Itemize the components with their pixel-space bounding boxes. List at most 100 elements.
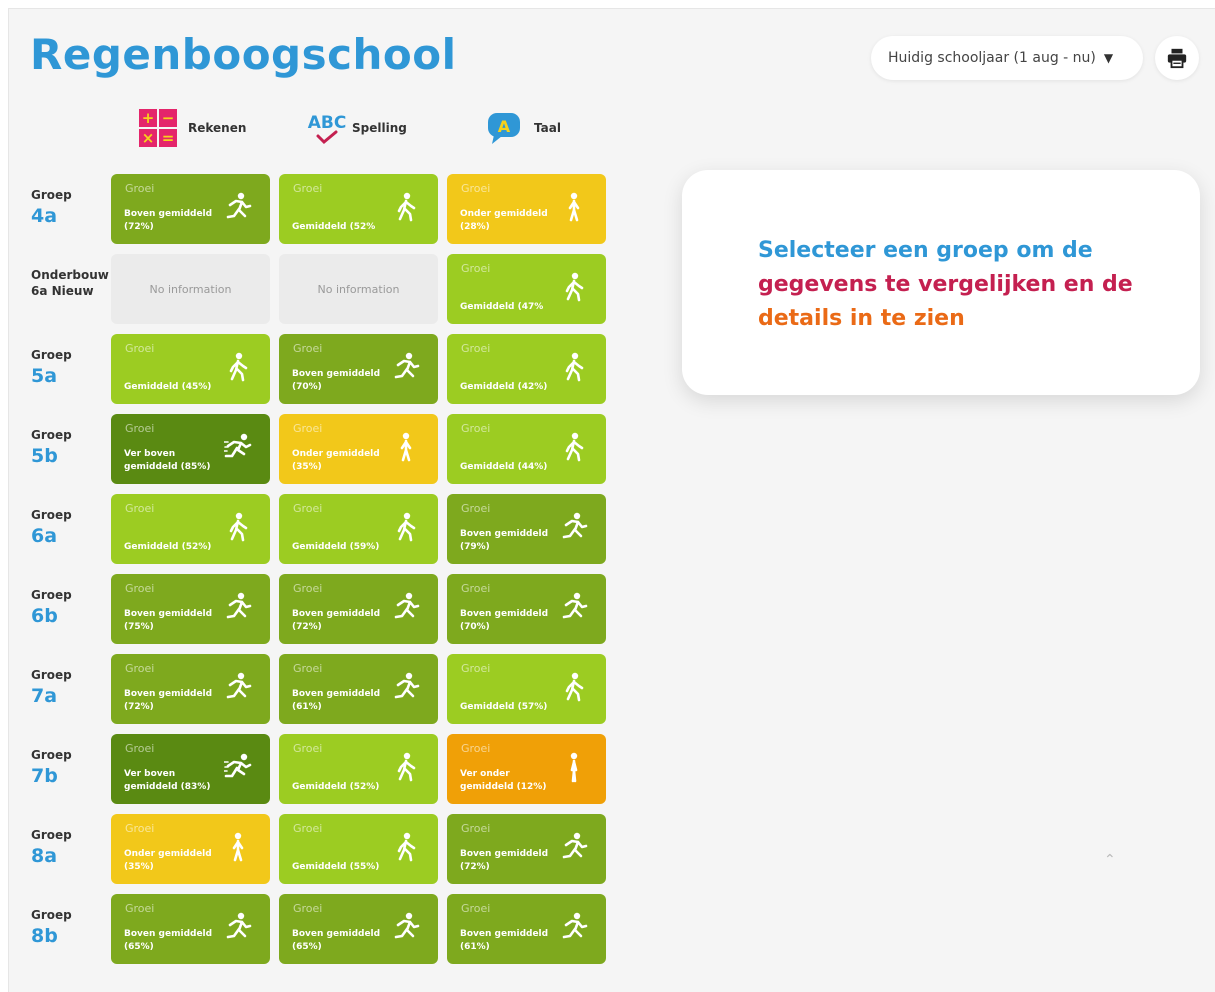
group-label-prefix: Groep <box>31 188 72 202</box>
group-label-name: 8b <box>31 924 58 947</box>
result-tile[interactable]: Groei Gemiddeld (55%) <box>279 814 438 884</box>
tile-result-text: Gemiddeld (47% <box>460 301 544 312</box>
result-tile-no-information[interactable]: No information <box>111 254 270 324</box>
group-label-prefix: Groep <box>31 748 72 762</box>
svg-text:−: − <box>162 109 175 127</box>
tile-result-text: Gemiddeld (59%) <box>292 541 380 552</box>
group-label[interactable]: Groep 5a <box>31 348 109 388</box>
result-tile[interactable]: Groei Boven gemiddeld (65%) <box>111 894 270 964</box>
group-label-prefix: Groep <box>31 348 72 362</box>
group-label-name: 5b <box>31 444 58 467</box>
speech-bubble-a-icon: A <box>488 113 520 144</box>
subject-label: Rekenen <box>188 121 247 135</box>
result-tile[interactable]: Groei Boven gemiddeld (72%) <box>111 654 270 724</box>
tile-result-text: Ver boven gemiddeld (85%) <box>124 448 211 472</box>
boven-figure-icon <box>224 192 252 224</box>
group-label[interactable]: Groep 7b <box>31 748 109 788</box>
onder-figure-icon <box>560 192 588 224</box>
school-year-dropdown[interactable]: Huidig schooljaar (1 aug - nu) ▼ <box>871 36 1143 80</box>
group-label-name: 6a <box>31 524 58 547</box>
math-operations-icon: + − × = <box>139 109 177 147</box>
gemiddeld-figure-icon <box>560 672 588 704</box>
boven-figure-icon <box>392 592 420 624</box>
boven-figure-icon <box>560 592 588 624</box>
no-information-text: No information <box>149 282 232 296</box>
result-tile[interactable]: Groei Boven gemiddeld (61%) <box>447 894 606 964</box>
boven-figure-icon <box>392 672 420 704</box>
result-tile[interactable]: Groei Boven gemiddeld (65%) <box>279 894 438 964</box>
result-tile[interactable]: Groei Gemiddeld (52%) <box>279 734 438 804</box>
result-tile[interactable]: Groei Gemiddeld (42%) <box>447 334 606 404</box>
result-tile[interactable]: Groei Gemiddeld (47% <box>447 254 606 324</box>
tile-result-text: Gemiddeld (44%) <box>460 461 548 472</box>
result-tile[interactable]: Groei Boven gemiddeld (75%) <box>111 574 270 644</box>
result-tile[interactable]: Groei Onder gemiddeld (28%) <box>447 174 606 244</box>
info-line-1: Selecteer een groep om de <box>758 238 1093 263</box>
result-tile[interactable]: Groei Boven gemiddeld (72%) <box>447 814 606 884</box>
tile-result-text: Boven gemiddeld (72%) <box>460 848 549 872</box>
result-tile[interactable]: Groei Gemiddeld (45%) <box>111 334 270 404</box>
tile-result-text: Onder gemiddeld (28%) <box>460 208 548 232</box>
result-tile[interactable]: Groei Onder gemiddeld (35%) <box>111 814 270 884</box>
scroll-up-icon[interactable]: ⌃ <box>1104 852 1122 870</box>
tile-result-text: Gemiddeld (52%) <box>292 781 380 792</box>
result-tile-no-information[interactable]: No information <box>279 254 438 324</box>
group-label[interactable]: Groep 7a <box>31 668 109 708</box>
group-label[interactable]: Groep 5b <box>31 428 109 468</box>
svg-text:A: A <box>498 117 511 136</box>
tile-result-text: Boven gemiddeld (65%) <box>292 928 381 952</box>
result-tile[interactable]: Groei Onder gemiddeld (35%) <box>279 414 438 484</box>
group-label-name: 6a Nieuw <box>31 283 94 298</box>
tile-result-text: Boven gemiddeld (61%) <box>292 688 381 712</box>
print-button[interactable] <box>1155 36 1199 80</box>
svg-text:+: + <box>142 109 155 127</box>
result-tile[interactable]: Groei Boven gemiddeld (72%) <box>279 574 438 644</box>
group-label[interactable]: Groep 6b <box>31 588 109 628</box>
tile-result-text: Boven gemiddeld (72%) <box>124 688 213 712</box>
svg-text:ABC: ABC <box>308 113 347 133</box>
boven-figure-icon <box>392 352 420 384</box>
result-tile[interactable]: Groei Gemiddeld (52%) <box>111 494 270 564</box>
result-tile[interactable]: Groei Gemiddeld (59%) <box>279 494 438 564</box>
group-label[interactable]: Groep 8b <box>31 908 109 948</box>
tile-result-text: Boven gemiddeld (75%) <box>124 608 213 632</box>
tile-result-text: Boven gemiddeld (65%) <box>124 928 213 952</box>
result-tile[interactable]: Groei Gemiddeld (57%) <box>447 654 606 724</box>
boven-figure-icon <box>224 592 252 624</box>
tile-result-text: Gemiddeld (42%) <box>460 381 548 392</box>
group-label[interactable]: Groep 6a <box>31 508 109 548</box>
result-tile[interactable]: Groei Gemiddeld (44%) <box>447 414 606 484</box>
ver-boven-figure-icon <box>223 432 252 464</box>
result-tile[interactable]: Groei Ver onder gemiddeld (12%) <box>447 734 606 804</box>
svg-text:×: × <box>142 129 155 147</box>
tile-result-text: Gemiddeld (52%) <box>124 541 212 552</box>
tile-result-text: Gemiddeld (52% <box>292 221 376 232</box>
result-tile[interactable]: Groei Ver boven gemiddeld (85%) <box>111 414 270 484</box>
result-tile[interactable]: Groei Gemiddeld (52% <box>279 174 438 244</box>
result-tile[interactable]: Groei Boven gemiddeld (70%) <box>447 574 606 644</box>
result-tile[interactable]: Groei Boven gemiddeld (72%) <box>111 174 270 244</box>
group-label-name: 8a <box>31 844 58 867</box>
subject-header-spelling: ABC Spelling <box>306 108 407 148</box>
page-title: Regenboogschool <box>30 30 457 79</box>
ver-onder-figure-icon <box>560 752 588 784</box>
result-tile[interactable]: Groei Boven gemiddeld (70%) <box>279 334 438 404</box>
group-label[interactable]: Groep 4a <box>31 188 109 228</box>
tile-result-text: Gemiddeld (45%) <box>124 381 212 392</box>
tile-result-text: Boven gemiddeld (79%) <box>460 528 549 552</box>
result-tile[interactable]: Groei Boven gemiddeld (79%) <box>447 494 606 564</box>
svg-text:=: = <box>162 129 175 147</box>
group-label[interactable]: Onderbouw 6a Nieuw <box>31 268 109 299</box>
group-label[interactable]: Groep 8a <box>31 828 109 868</box>
group-label-prefix: Groep <box>31 428 72 442</box>
tile-result-text: Boven gemiddeld (72%) <box>292 608 381 632</box>
result-tile[interactable]: Groei Boven gemiddeld (61%) <box>279 654 438 724</box>
school-year-value: Huidig schooljaar (1 aug - nu) <box>888 50 1096 66</box>
subject-label: Taal <box>534 121 561 135</box>
gemiddeld-figure-icon <box>560 432 588 464</box>
group-label-name: 5a <box>31 364 58 387</box>
boven-figure-icon <box>560 912 588 944</box>
tile-result-text: Boven gemiddeld (61%) <box>460 928 549 952</box>
tile-result-text: Onder gemiddeld (35%) <box>292 448 380 472</box>
result-tile[interactable]: Groei Ver boven gemiddeld (83%) <box>111 734 270 804</box>
